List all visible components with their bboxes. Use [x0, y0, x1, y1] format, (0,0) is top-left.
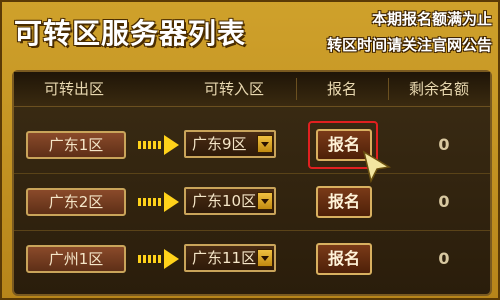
header-remaining: 剩余名额 — [408, 80, 469, 98]
target-zone-select[interactable]: 广东9区 — [184, 130, 276, 158]
server-transfer-panel: 可转区服务器列表 本期报名额满为止 转区时间请关注官网公告 可转出区 可转入区 … — [0, 0, 500, 300]
arrow-right-icon — [138, 249, 179, 269]
table-row: 广东1区 广东9区 报名 0 — [14, 117, 490, 174]
pointer-cursor-icon — [362, 150, 392, 184]
remaining-slots: 0 — [438, 249, 450, 268]
source-zone-button[interactable]: 广东1区 — [26, 131, 126, 159]
page-title: 可转区服务器列表 — [14, 17, 247, 50]
target-zone-select[interactable]: 广东10区 — [184, 187, 276, 215]
target-zone-select[interactable]: 广东11区 — [184, 244, 276, 272]
source-zone-button[interactable]: 广州1区 — [26, 245, 126, 273]
target-zone-value: 广东9区 — [192, 135, 247, 153]
chevron-down-icon[interactable] — [257, 192, 273, 210]
header-target-zone: 可转入区 — [203, 80, 264, 98]
server-table: 可转出区 可转入区 报名 剩余名额 广东1区 广东9区 报名 0 广东2区 广东… — [12, 70, 492, 296]
signup-button[interactable]: 报名 — [316, 243, 372, 275]
chevron-down-icon[interactable] — [257, 249, 273, 267]
notice-line-2: 转区时间请关注官网公告 — [326, 36, 492, 54]
header-signup: 报名 — [326, 80, 357, 98]
source-zone-button[interactable]: 广东2区 — [26, 188, 126, 216]
signup-button[interactable]: 报名 — [316, 186, 372, 218]
remaining-slots: 0 — [438, 135, 450, 154]
remaining-slots: 0 — [438, 192, 450, 211]
table-header: 可转出区 可转入区 报名 剩余名额 — [14, 72, 490, 107]
chevron-down-icon[interactable] — [257, 135, 273, 153]
arrow-right-icon — [138, 135, 179, 155]
target-zone-value: 广东11区 — [192, 249, 257, 267]
table-row: 广东2区 广东10区 报名 0 — [14, 174, 490, 231]
notice-line-1: 本期报名额满为止 — [371, 10, 492, 28]
table-row: 广州1区 广东11区 报名 0 — [14, 231, 490, 287]
header-source-zone: 可转出区 — [43, 80, 104, 98]
target-zone-value: 广东10区 — [192, 192, 257, 210]
arrow-right-icon — [138, 192, 179, 212]
